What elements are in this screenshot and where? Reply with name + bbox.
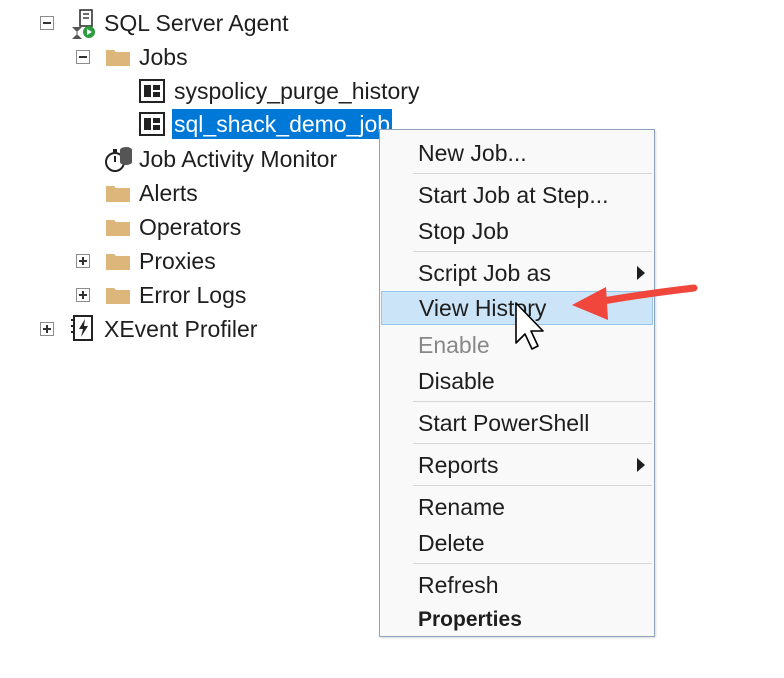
menu-item-label: Reports [418,451,499,478]
folder-icon [106,50,130,66]
tree-node-error-logs[interactable]: Error Logs [74,278,248,312]
expand-icon[interactable] [40,322,54,336]
agent-icon [72,9,95,39]
menu-item-refresh[interactable]: Refresh [381,568,653,602]
menu-item-disable[interactable]: Disable [381,364,653,398]
tree-label-error-logs: Error Logs [139,282,247,308]
tree-node-proxies[interactable]: Proxies [74,244,218,278]
menu-separator [413,485,652,486]
menu-item-stop-job[interactable]: Stop Job [381,214,653,248]
tree-label-alerts: Alerts [139,180,198,206]
job-icon [139,79,165,103]
menu-item-enable: Enable [418,331,490,358]
tree-node-jobs[interactable]: Jobs [74,40,190,74]
folder-icon [106,254,130,270]
menu-separator [413,563,652,564]
collapse-icon[interactable] [76,50,90,64]
menu-separator [413,251,652,252]
tree-label-sql-server-agent: SQL Server Agent [104,10,289,36]
tree-node-xevent-profiler[interactable]: XEvent Profiler [38,312,259,346]
menu-item-start-job-at-step[interactable]: Start Job at Step... [381,178,653,212]
tree-node-sql-server-agent[interactable]: SQL Server Agent [38,6,291,40]
menu-item-rename[interactable]: Rename [381,490,653,524]
menu-item-properties[interactable]: Properties [381,603,653,637]
expand-icon[interactable] [76,288,90,302]
xevent-icon [71,315,93,341]
submenu-arrow-icon [637,458,645,472]
tree-label-operators: Operators [139,214,242,240]
menu-item-script-job-as[interactable]: Script Job as [381,256,653,290]
submenu-arrow-icon [637,266,645,280]
tree-label-job-activity-monitor: Job Activity Monitor [139,146,338,172]
menu-item-delete[interactable]: Delete [381,526,653,560]
folder-icon [106,186,130,202]
context-menu: New Job... Start Job at Step... Stop Job… [379,129,655,637]
folder-icon [106,288,130,304]
expand-icon[interactable] [76,254,90,268]
tree-label-proxies: Proxies [139,248,216,274]
tree-node-job-syspolicy[interactable]: syspolicy_purge_history [138,74,421,108]
tree-label-job: syspolicy_purge_history [174,78,420,104]
menu-item-view-history[interactable]: View History [381,291,653,325]
stopwatch-icon [105,147,132,172]
job-icon [139,112,165,136]
tree-label-job-selected: sql_shack_demo_job [172,109,393,139]
menu-separator [413,401,652,402]
menu-item-label: Script Job as [418,259,551,286]
tree-node-operators[interactable]: Operators [74,210,243,244]
menu-separator [413,443,652,444]
tree-node-alerts[interactable]: Alerts [74,176,200,210]
tree-label-jobs: Jobs [139,44,188,70]
menu-separator [413,173,652,174]
tree-node-job-sql-shack-demo[interactable]: sql_shack_demo_job [138,107,393,141]
tree-label-xevent-profiler: XEvent Profiler [104,316,258,342]
tree-node-job-activity-monitor[interactable]: Job Activity Monitor [104,142,339,176]
menu-item-start-powershell[interactable]: Start PowerShell [381,406,653,440]
menu-item-reports[interactable]: Reports [381,448,653,482]
folder-icon [106,220,130,236]
menu-item-new-job[interactable]: New Job... [381,136,653,170]
collapse-icon[interactable] [40,16,54,30]
